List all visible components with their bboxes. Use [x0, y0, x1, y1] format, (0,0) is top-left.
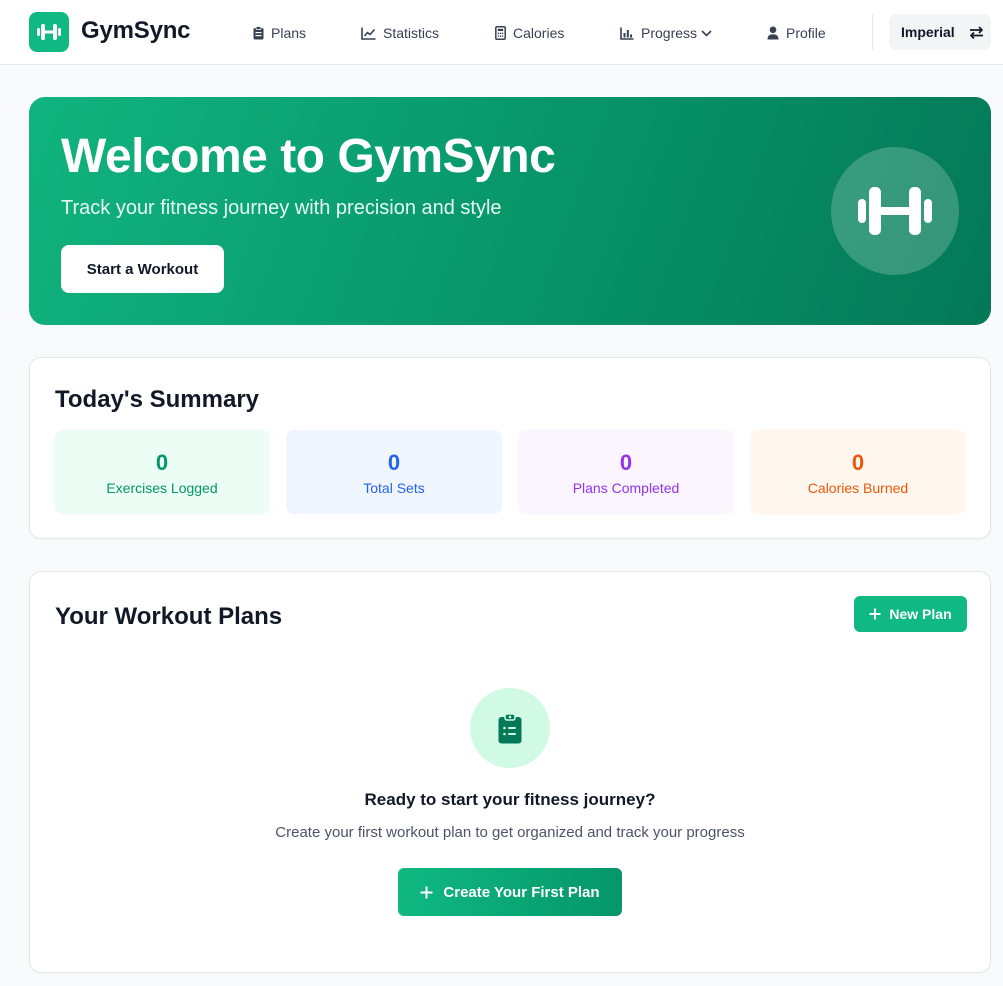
start-workout-button[interactable]: Start a Workout: [61, 245, 224, 293]
nav-divider: [872, 14, 873, 50]
new-plan-button[interactable]: New Plan: [854, 596, 967, 632]
plus-icon: [420, 886, 433, 898]
stat-calories-burned: 0 Calories Burned: [750, 430, 966, 514]
create-first-plan-button[interactable]: Create Your First Plan: [398, 868, 622, 916]
chart-line-icon: [361, 27, 376, 40]
stat-plans-completed: 0 Plans Completed: [518, 430, 734, 514]
stat-label: Total Sets: [363, 480, 425, 496]
stat-exercises-logged: 0 Exercises Logged: [54, 430, 270, 514]
nav-progress-dropdown[interactable]: Progress: [620, 22, 712, 44]
nav-profile[interactable]: Profile: [767, 22, 826, 44]
swap-arrows-icon: [969, 25, 983, 39]
nav-plans[interactable]: Plans: [253, 22, 306, 44]
top-navbar: GymSync Plans Statistics Calories Progre…: [0, 0, 1003, 65]
hero-title: Welcome to GymSync: [61, 130, 556, 183]
plans-title: Your Workout Plans: [55, 603, 283, 630]
create-first-plan-label: Create Your First Plan: [443, 883, 600, 901]
nav-statistics[interactable]: Statistics: [361, 22, 439, 44]
welcome-hero: Welcome to GymSync Track your fitness jo…: [29, 97, 991, 325]
dumbbell-icon: [37, 24, 61, 40]
stat-value: 0: [619, 450, 633, 475]
chart-bar-icon: [620, 27, 634, 40]
stat-label: Calories Burned: [807, 480, 909, 496]
stat-total-sets: 0 Total Sets: [286, 430, 502, 514]
stat-value: 0: [851, 450, 865, 475]
plus-icon: [869, 608, 881, 620]
calculator-icon: [495, 26, 506, 40]
new-plan-label: New Plan: [889, 606, 952, 622]
dumbbell-icon: [858, 187, 932, 235]
unit-toggle-label: Imperial: [901, 24, 955, 40]
hero-subtitle: Track your fitness journey with precisio…: [61, 197, 502, 219]
stat-label: Plans Completed: [572, 480, 680, 496]
unit-toggle-button[interactable]: Imperial: [889, 14, 991, 50]
nav-calories[interactable]: Calories: [495, 22, 564, 44]
stat-label: Exercises Logged: [106, 480, 218, 496]
nav-plans-label: Plans: [271, 25, 307, 41]
workout-plans-card: Your Workout Plans New Plan Ready to sta…: [29, 571, 991, 973]
logo[interactable]: [29, 12, 69, 52]
empty-state-title: Ready to start your fitness journey?: [364, 790, 656, 809]
summary-title: Today's Summary: [55, 386, 259, 413]
hero-emblem: [831, 147, 959, 275]
summary-card: Today's Summary 0 Exercises Logged 0 Tot…: [29, 357, 991, 539]
nav-statistics-label: Statistics: [383, 25, 440, 41]
empty-state-description: Create your first workout plan to get or…: [275, 824, 745, 841]
chevron-down-icon: [701, 29, 712, 37]
nav-profile-label: Profile: [786, 25, 826, 41]
brand-name[interactable]: GymSync: [81, 17, 191, 45]
empty-state-emblem: [470, 688, 550, 768]
clipboard-list-icon: [498, 712, 522, 743]
stat-value: 0: [387, 450, 401, 475]
nav-calories-label: Calories: [513, 25, 565, 41]
stat-value: 0: [155, 450, 169, 475]
nav-progress-label: Progress: [641, 25, 698, 41]
clipboard-icon: [253, 26, 264, 40]
user-icon: [767, 26, 779, 40]
